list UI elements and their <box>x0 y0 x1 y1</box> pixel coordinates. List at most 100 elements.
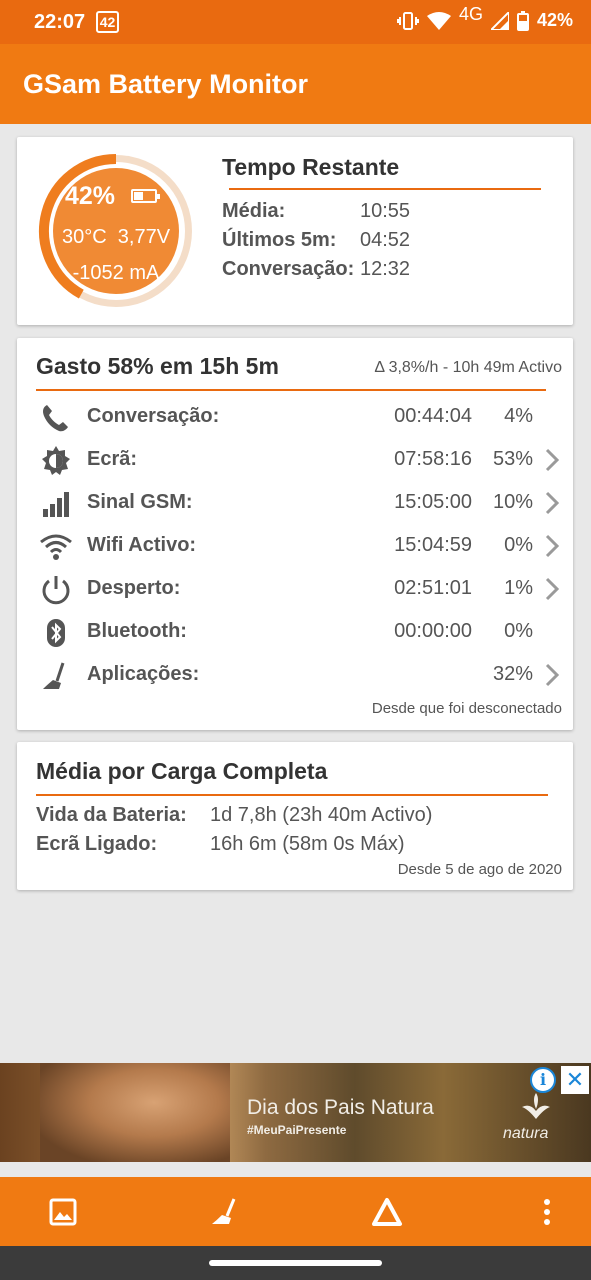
more-vertical-icon[interactable] <box>530 1195 564 1229</box>
usage-row-bluetooth: Bluetooth: 00:00:00 0% <box>17 611 573 654</box>
full-charge-row: Vida da Bateria: 1d 7,8h (23h 40m Activo) <box>36 804 432 827</box>
battery-small-icon <box>131 189 160 203</box>
ad-hashtag: #MeuPaiPresente <box>247 1123 347 1137</box>
usage-percent: 4% <box>504 405 533 427</box>
usage-time: 15:05:00 <box>394 491 472 513</box>
full-charge-footer: Desde 5 de ago de 2020 <box>397 861 562 878</box>
ad-banner[interactable]: Dia dos Pais Natura #MeuPaiPresente natu… <box>0 1063 591 1162</box>
usage-percent: 10% <box>492 491 533 513</box>
battery-icon <box>516 10 529 31</box>
wifi-icon <box>426 11 451 30</box>
usage-label: Bluetooth: <box>87 620 187 642</box>
time-remaining-value: 04:52 <box>360 229 411 251</box>
usage-time: 07:58:16 <box>394 448 472 470</box>
broom-icon <box>43 662 65 689</box>
bottom-toolbar <box>0 1177 591 1246</box>
usage-row-gsm[interactable]: Sinal GSM: 15:05:00 10% <box>17 482 573 525</box>
usage-row-wifi[interactable]: Wifi Activo: 15:04:59 0% <box>17 525 573 568</box>
summary-card[interactable]: 42% 30°C 3,77V -1052 mA Tempo Restante M… <box>17 137 573 325</box>
full-charge-label: Ecrã Ligado: <box>36 833 158 855</box>
app-bar: GSam Battery Monitor <box>0 44 591 124</box>
image-icon[interactable] <box>46 1195 80 1229</box>
usage-title: Gasto 58% em 15h 5m <box>36 353 279 379</box>
divider <box>36 389 546 391</box>
status-battery-percent: 42% <box>536 10 573 30</box>
usage-time: 00:00:00 <box>394 620 472 642</box>
usage-time: 02:51:01 <box>394 577 472 599</box>
usage-label: Conversação: <box>87 405 220 427</box>
usage-percent: 53% <box>492 448 533 470</box>
broom-icon[interactable] <box>208 1195 242 1229</box>
system-nav-bar <box>0 1246 591 1280</box>
usage-label: Sinal GSM: <box>87 491 193 513</box>
gauge-readout: 42% 30°C 3,77V -1052 mA <box>37 152 195 310</box>
usage-percent: 0% <box>504 620 533 642</box>
usage-row-awake[interactable]: Desperto: 02:51:01 1% <box>17 568 573 611</box>
app-title: GSam Battery Monitor <box>23 69 309 99</box>
time-remaining-row: Últimos 5m: 04:52 <box>222 229 410 252</box>
network-type: 4G <box>458 4 483 24</box>
usage-label: Ecrã: <box>87 448 138 470</box>
full-charge-value: 1d 7,8h (23h 40m Activo) <box>210 804 433 826</box>
time-remaining-label: Média: <box>222 200 286 222</box>
usage-card: Gasto 58% em 15h 5m Δ 3,8%/h - 10h 49m A… <box>17 338 573 730</box>
usage-row-apps[interactable]: Aplicações: 32% <box>17 654 573 697</box>
usage-time: 00:44:04 <box>394 405 472 427</box>
usage-row-call: Conversação: 00:44:04 4% <box>17 396 573 439</box>
usage-rate: Δ 3,8%/h - 10h 49m Activo <box>374 359 562 376</box>
usage-percent: 32% <box>492 663 533 685</box>
full-charge-title: Média por Carga Completa <box>36 758 328 784</box>
full-charge-label: Vida da Bateria: <box>36 804 187 826</box>
ad-close-icon[interactable]: ✕ <box>561 1066 589 1094</box>
wifi-icon <box>40 534 72 560</box>
usage-footer: Desde que foi desconectado <box>371 700 562 717</box>
brightness-icon <box>42 446 70 475</box>
gauge-voltage: 3,77V <box>117 226 171 248</box>
usage-time: 15:04:59 <box>394 534 472 556</box>
time-remaining-label: Últimos 5m: <box>222 229 337 251</box>
chevron-right-icon <box>545 577 560 601</box>
chevron-right-icon <box>545 448 560 472</box>
signal-icon <box>490 11 509 30</box>
status-icons: 4G 42% <box>396 4 573 31</box>
usage-percent: 1% <box>504 577 533 599</box>
gauge-temperature: 30°C <box>61 226 107 248</box>
time-remaining-row: Conversação: 12:32 <box>222 258 410 281</box>
notification-badge: 42 <box>96 11 119 33</box>
divider <box>229 188 541 190</box>
ad-brand: natura <box>503 1125 549 1142</box>
gauge-current: -1052 mA <box>72 262 160 284</box>
chevron-right-icon <box>545 663 560 687</box>
usage-label: Aplicações: <box>87 663 200 685</box>
vibrate-icon <box>396 11 419 30</box>
full-charge-row: Ecrã Ligado: 16h 6m (58m 0s Máx) <box>36 833 405 856</box>
usage-percent: 0% <box>504 534 533 556</box>
home-gesture-handle[interactable] <box>209 1260 382 1266</box>
signal-bars-icon <box>43 492 69 517</box>
warning-triangle-icon[interactable] <box>370 1195 404 1229</box>
time-remaining-label: Conversação: <box>222 258 355 280</box>
ad-info-icon[interactable]: i <box>530 1067 556 1093</box>
bluetooth-icon <box>47 619 65 647</box>
natura-logo-icon <box>522 1093 550 1119</box>
time-remaining-row: Média: 10:55 <box>222 200 410 223</box>
gauge-temp-voltage: 30°C 3,77V <box>37 226 195 249</box>
power-icon <box>42 576 70 605</box>
divider <box>36 794 548 796</box>
chevron-right-icon <box>545 534 560 558</box>
gauge-percent: 42% <box>65 182 116 210</box>
phone-icon <box>43 405 68 432</box>
time-remaining-title: Tempo Restante <box>222 154 400 180</box>
full-charge-card: Média por Carga Completa Vida da Bateria… <box>17 742 573 890</box>
ad-headline: Dia dos Pais Natura <box>247 1096 434 1119</box>
usage-label: Wifi Activo: <box>87 534 197 556</box>
chevron-right-icon <box>545 491 560 515</box>
time-remaining-value: 10:55 <box>360 200 411 222</box>
full-charge-value: 16h 6m (58m 0s Máx) <box>210 833 405 855</box>
status-bar: 22:07 42 4G 42% <box>0 0 591 44</box>
usage-row-screen[interactable]: Ecrã: 07:58:16 53% <box>17 439 573 482</box>
time-remaining-value: 12:32 <box>360 258 411 280</box>
status-time: 22:07 <box>34 11 86 33</box>
usage-label: Desperto: <box>87 577 181 599</box>
ad-image <box>40 1063 230 1162</box>
